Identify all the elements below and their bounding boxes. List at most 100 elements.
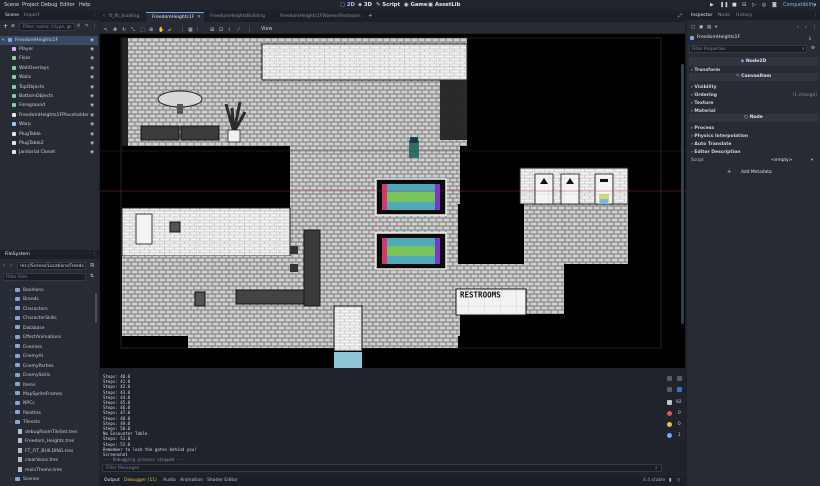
copy-output-icon[interactable]	[677, 376, 682, 381]
folder-item[interactable]: › NPCs	[10, 399, 98, 409]
snap-icon[interactable]: ⋮	[180, 27, 185, 33]
filter-toggle-icon[interactable]	[677, 387, 682, 392]
folder-item[interactable]: › Brands	[10, 295, 98, 305]
pause-icon[interactable]: ❚❚	[720, 2, 728, 8]
filesystem-scrollbar[interactable]	[95, 293, 97, 323]
object-history-icon[interactable]: ⤓	[809, 35, 811, 41]
filesystem-menu-icon[interactable]: ⋮	[92, 252, 97, 257]
resource-menu-icon[interactable]: ▾	[715, 25, 717, 30]
folder-item[interactable]: › EffectAnimations	[10, 333, 98, 343]
play-scene-icon[interactable]: ▷	[752, 2, 756, 8]
split-view-icon[interactable]: ▤	[90, 263, 94, 268]
move-tool-icon[interactable]: ✥	[113, 27, 117, 33]
tree-node[interactable]: Player ◉	[0, 45, 98, 54]
menu-scene[interactable]: Scene	[4, 2, 19, 8]
file-item[interactable]: debugRoomTileSet.tres	[18, 428, 106, 438]
visibility-eye-icon[interactable]: ◉	[90, 103, 94, 108]
viewport[interactable]: RESTROOMS	[100, 34, 685, 368]
editor-tab-2-active[interactable]: FreedomHeights1F ✕	[146, 12, 204, 22]
folder-item[interactable]: › Enemies	[10, 343, 98, 353]
stop-icon[interactable]: ■	[732, 2, 737, 8]
folder-item[interactable]: › EnemyAI	[10, 352, 98, 362]
workspace-assetlib[interactable]: ▣ AssetLib	[428, 2, 460, 8]
camera-icon[interactable]: ◙	[772, 2, 777, 8]
new-resource-icon[interactable]: ▢	[691, 25, 695, 30]
tree-node[interactable]: Walls ◉	[0, 73, 98, 82]
history-back-icon[interactable]: ‹	[797, 25, 799, 30]
visibility-eye-icon[interactable]: ◉	[90, 75, 94, 80]
script-dropdown-icon[interactable]: ▾	[811, 158, 813, 163]
file-item[interactable]: clearVoice.tres	[18, 456, 106, 466]
file-item[interactable]: Freedom_Heights.tres	[18, 437, 106, 447]
open-resource-icon[interactable]: ▣	[699, 25, 703, 30]
add-metadata-button[interactable]: + Add Metadata	[723, 168, 783, 177]
tab-import[interactable]: Import	[24, 13, 39, 18]
scene-menu-icon[interactable]: ⋮	[92, 24, 97, 29]
script-value[interactable]: <empty>	[771, 158, 792, 163]
play-icon[interactable]: ▶	[710, 2, 714, 8]
file-item[interactable]: FT_FIT_BUILDING.tres	[18, 447, 106, 457]
error-icon[interactable]	[667, 411, 672, 416]
folder-item[interactable]: › Booleans	[10, 286, 98, 296]
filter-properties-field[interactable]: Filter Properties	[689, 45, 807, 53]
script-icon[interactable]: ✎	[85, 24, 89, 29]
version-icon[interactable]: ▮	[669, 478, 671, 483]
filter-messages-field[interactable]: Filter Messages	[102, 464, 662, 472]
view-menu[interactable]: View	[261, 27, 272, 32]
history-menu-icon[interactable]: ⋮	[812, 25, 817, 30]
select-tool-icon[interactable]: ↖	[104, 27, 108, 33]
editor-tab-4[interactable]: FreedomHeights1FWomenRestroom	[276, 13, 366, 21]
menu-help[interactable]: Help	[79, 2, 90, 8]
workspace-2d[interactable]: ▢ 2D	[340, 2, 355, 8]
workspace-3d[interactable]: ◈ 3D	[358, 2, 372, 8]
editor-tab-3[interactable]: FreedomHeightsBuilding	[206, 13, 274, 21]
section-texture[interactable]: › Texture	[691, 101, 713, 106]
tab-history[interactable]: History	[736, 13, 752, 18]
visibility-eye-icon[interactable]: ◉	[90, 132, 94, 137]
tab-node[interactable]: Node	[718, 13, 730, 18]
tab-animation[interactable]: Animation	[180, 478, 203, 483]
tree-node[interactable]: Floor ◉	[0, 54, 98, 63]
section-visibility[interactable]: › Visibility	[691, 85, 717, 90]
section-auto-translate[interactable]: › Auto Translate	[691, 142, 731, 147]
section-process[interactable]: › Process	[691, 126, 714, 131]
tree-node[interactable]: Warp ◉	[0, 120, 98, 129]
pan-tool-icon[interactable]: ✋	[158, 27, 164, 33]
back-arrow-icon[interactable]: ‹	[3, 263, 5, 269]
viewport-scrollbar[interactable]	[681, 64, 684, 324]
scene-filter-field[interactable]: Filter: name, t:type, g	[19, 23, 75, 31]
filter-options-icon[interactable]: ⚲	[77, 24, 80, 29]
tree-node[interactable]: Janitorial Closet ◉	[0, 148, 98, 157]
visibility-eye-icon[interactable]: ◉	[90, 47, 94, 52]
tab-scene[interactable]: Scene	[5, 13, 19, 18]
tree-node[interactable]: PlugTable ◉	[0, 130, 98, 139]
sort-icon[interactable]: ⇅	[90, 274, 94, 279]
rotate-tool-icon[interactable]: ↻	[122, 27, 126, 33]
editor-tab-1[interactable]: ft_fit_building	[107, 13, 147, 21]
visibility-eye-icon[interactable]: ◉	[90, 56, 94, 61]
add-node-icon[interactable]: +	[3, 24, 8, 30]
warning-icon[interactable]	[667, 422, 672, 427]
visibility-eye-icon[interactable]: ◉	[90, 85, 94, 90]
visibility-eye-icon[interactable]: ◉	[90, 38, 94, 43]
path-field[interactable]: res://Scenes/Locations/Freedo	[17, 262, 86, 270]
add-tab-icon[interactable]: +	[368, 13, 373, 19]
folder-item[interactable]: › EnemyParties	[10, 362, 98, 372]
dock-menu-icon[interactable]: ⋮	[92, 13, 97, 18]
tree-node[interactable]: TopObjects ◉	[0, 83, 98, 92]
tree-root[interactable]: ▾ FreedomHeights1F ◉	[0, 36, 98, 45]
visibility-eye-icon[interactable]: ◉	[90, 113, 94, 118]
info-icon[interactable]	[667, 433, 672, 438]
workspace-game[interactable]: ◉ Game	[404, 2, 428, 8]
folder-item[interactable]: › Palettes	[10, 409, 98, 419]
group-icon[interactable]: ⊡	[219, 27, 223, 33]
lock-icon[interactable]: ⊞	[210, 27, 214, 33]
menu-debug[interactable]: Debug	[41, 2, 57, 8]
visibility-eye-icon[interactable]: ◉	[90, 122, 94, 127]
folder-item[interactable]: › Tilesets	[10, 418, 98, 428]
tab-shader-editor[interactable]: Shader Editor	[207, 478, 238, 483]
ruler-tool-icon[interactable]: ⊿	[167, 27, 171, 33]
section-editor-description[interactable]: › Editor Description	[691, 150, 740, 155]
folder-item[interactable]: › Scenes	[10, 475, 98, 485]
folder-item[interactable]: › MapSpriteFrames	[10, 390, 98, 400]
